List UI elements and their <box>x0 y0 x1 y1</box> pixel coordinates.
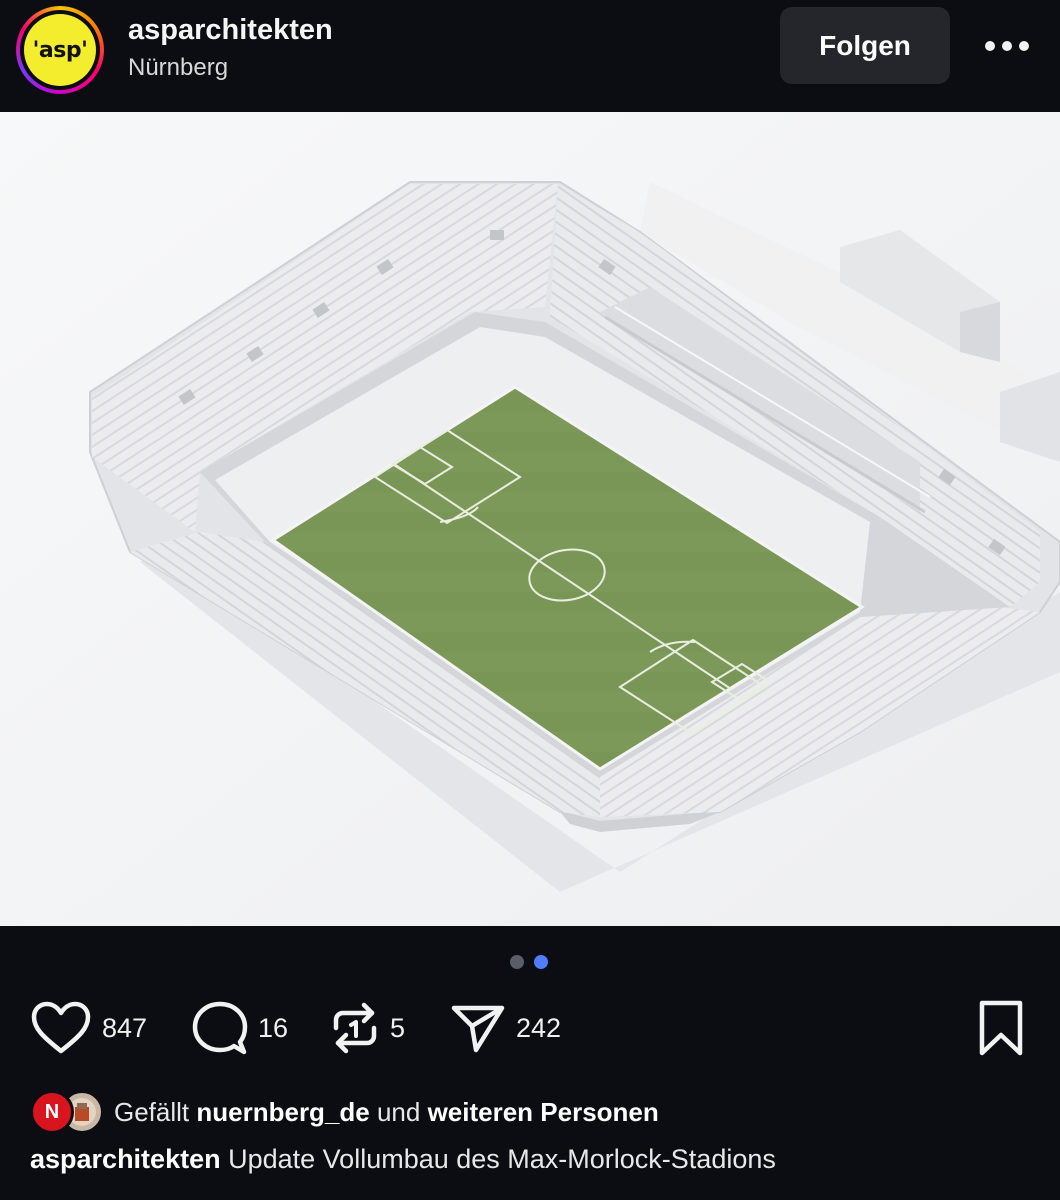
comment-count: 16 <box>258 1012 289 1043</box>
comment-button[interactable]: 16 <box>192 995 288 1061</box>
likes-text: Gefällt nuernberg_de und weiteren Person… <box>114 1097 659 1128</box>
carousel-dot-2-active[interactable] <box>534 955 548 969</box>
share-button[interactable]: 242 <box>450 995 561 1061</box>
post-header: 'asp' asparchitekten Nürnberg Folgen <box>0 0 1060 112</box>
share-count: 242 <box>516 1012 562 1043</box>
avatar-logo: 'asp' <box>24 14 96 86</box>
carousel-dot-1[interactable] <box>510 955 524 969</box>
avatar[interactable]: 'asp' <box>16 6 104 94</box>
likes-prefix: Gefällt <box>114 1096 197 1127</box>
caption-text: Update Vollumbau des Max-Morlock-Stadion… <box>220 1144 776 1174</box>
like-count: 847 <box>102 1012 148 1043</box>
caption-username[interactable]: asparchitekten <box>30 1144 221 1174</box>
caption: asparchitekten Update Vollumbau des Max-… <box>30 1144 776 1175</box>
comment-icon <box>192 1001 248 1055</box>
save-button[interactable] <box>978 995 1024 1061</box>
send-icon <box>451 1005 505 1053</box>
bookmark-icon <box>979 1000 1023 1056</box>
carousel-indicator <box>510 955 550 971</box>
likes-summary[interactable]: N Gefällt nuernberg_de und weiteren Pers… <box>30 1090 659 1134</box>
action-bar: 847 16 5 242 <box>0 995 1060 1065</box>
repost-button[interactable]: 5 <box>330 995 405 1061</box>
liker-avatar-nuernberg[interactable]: N <box>30 1090 74 1134</box>
follow-button[interactable]: Folgen <box>780 7 950 84</box>
avatar-border: 'asp' <box>20 10 100 90</box>
like-button[interactable]: 847 <box>30 995 147 1061</box>
likes-middle: und <box>369 1096 428 1127</box>
location[interactable]: Nürnberg <box>128 54 228 82</box>
likes-user-link[interactable]: nuernberg_de <box>196 1097 369 1127</box>
more-dots-icon[interactable] <box>984 40 1030 52</box>
likes-others-link[interactable]: weiteren Personen <box>428 1097 659 1127</box>
username[interactable]: asparchitekten <box>128 14 333 47</box>
post-image[interactable] <box>0 112 1060 926</box>
stadium-render-image <box>0 112 1060 926</box>
repost-icon <box>333 1002 377 1054</box>
repost-count: 5 <box>390 1012 406 1043</box>
heart-icon <box>31 1001 91 1054</box>
